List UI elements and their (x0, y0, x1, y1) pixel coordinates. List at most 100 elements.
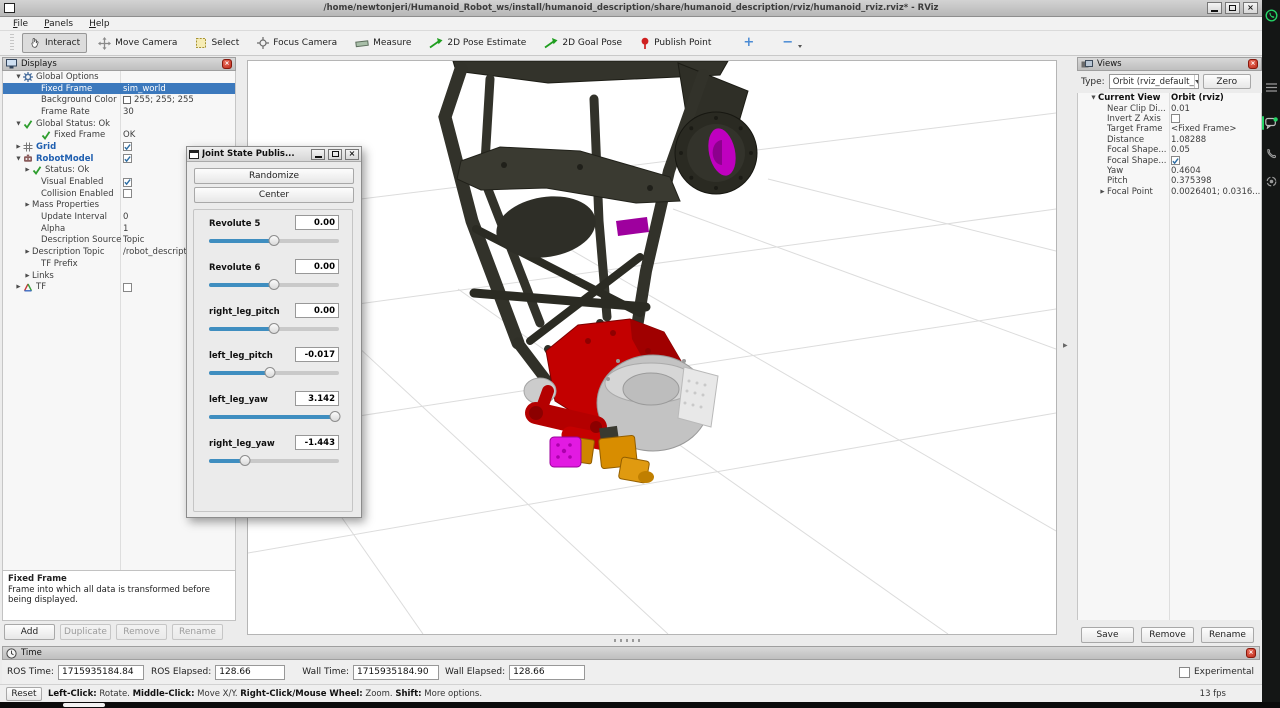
property-value[interactable]: 0 (123, 212, 128, 222)
property-value[interactable]: sim_world (123, 84, 166, 94)
save-view-button[interactable]: Save (1081, 627, 1134, 643)
randomize-button[interactable]: Randomize (194, 168, 354, 184)
checkbox-unchecked[interactable] (1171, 114, 1180, 123)
property-value[interactable] (123, 189, 132, 198)
tool-interact[interactable]: Interact (22, 33, 87, 53)
jsp-titlebar[interactable]: Joint State Publis... × (187, 147, 361, 162)
property-value[interactable]: 255; 255; 255 (123, 95, 194, 105)
slider-handle[interactable] (269, 323, 280, 334)
joint-value-input[interactable] (295, 435, 339, 450)
checkbox-checked[interactable] (123, 178, 132, 187)
checkbox-unchecked[interactable] (123, 189, 132, 198)
property-value[interactable]: Topic (123, 235, 144, 245)
property-value[interactable]: Orbit (rviz) (1171, 93, 1224, 103)
expander-icon[interactable]: ▼ (14, 74, 23, 80)
tool-select[interactable]: Select (188, 33, 246, 53)
tool-move-camera[interactable]: Move Camera (91, 33, 184, 54)
slider-handle[interactable] (330, 411, 341, 422)
property-value[interactable]: 1.08288 (1171, 135, 1206, 145)
expander-icon[interactable]: ▶ (23, 167, 32, 173)
joint-value-input[interactable] (295, 303, 339, 318)
render-viewport[interactable] (247, 60, 1057, 635)
joint-value-input[interactable] (295, 215, 339, 230)
joint-value-input[interactable] (295, 259, 339, 274)
property-value[interactable]: 0.01 (1171, 104, 1190, 114)
menu-item-panels[interactable]: Panels (37, 19, 80, 29)
checkbox-checked[interactable] (123, 142, 132, 151)
menu-item-file[interactable]: File (6, 19, 35, 29)
views-close-button[interactable]: × (1248, 59, 1258, 69)
view-type-dropdown[interactable]: Orbit (rviz_default_ (1109, 74, 1199, 89)
expander-icon[interactable]: ▶ (14, 144, 23, 150)
jsp-minimize-button[interactable] (311, 149, 325, 160)
duplicate-display-button[interactable]: Duplicate (60, 624, 111, 640)
property-value[interactable]: 0.375398 (1171, 176, 1212, 186)
wall-elapsed-input[interactable] (509, 665, 585, 680)
expander-icon[interactable]: ▼ (14, 121, 23, 127)
add-tool-button[interactable]: + (736, 34, 761, 52)
displays-close-button[interactable]: × (222, 59, 232, 69)
slider-handle[interactable] (265, 367, 276, 378)
wall-time-input[interactable] (353, 665, 439, 680)
displays-row-global-status-ok[interactable]: ▼Global Status: Ok (3, 118, 235, 130)
tool-focus-camera[interactable]: Focus Camera (250, 33, 344, 53)
ros-elapsed-input[interactable] (215, 665, 285, 680)
property-value[interactable] (123, 178, 132, 187)
slider-handle[interactable] (269, 235, 280, 246)
calls-icon[interactable] (1264, 146, 1278, 160)
slider-handle[interactable] (240, 455, 251, 466)
views-row-focal-shape-[interactable]: Focal Shape...0.05 (1078, 145, 1261, 155)
panel-collapse-arrow[interactable]: ▶ (1063, 342, 1068, 349)
property-value[interactable] (1171, 114, 1180, 123)
joint-value-input[interactable] (295, 391, 339, 406)
property-value[interactable]: <Fixed Frame> (1171, 124, 1236, 134)
remove-display-button[interactable]: Remove (116, 624, 167, 640)
views-row-yaw[interactable]: Yaw0.4604 (1078, 166, 1261, 176)
color-swatch[interactable] (123, 96, 131, 104)
time-panel-header[interactable]: Time × (2, 646, 1260, 660)
views-row-near-clip-di-[interactable]: Near Clip Di...0.01 (1078, 103, 1261, 113)
add-display-button[interactable]: Add (4, 624, 55, 640)
displays-row-fixed-frame[interactable]: Fixed Framesim_world (3, 83, 235, 95)
displays-row-fixed-frame[interactable]: Fixed FrameOK (3, 129, 235, 141)
property-value[interactable] (1171, 156, 1180, 165)
slider-track[interactable] (209, 371, 339, 375)
close-button[interactable]: × (1243, 2, 1258, 14)
expander-icon[interactable]: ▶ (1098, 189, 1107, 195)
time-close-button[interactable]: × (1246, 648, 1256, 658)
maximize-button[interactable] (1225, 2, 1240, 14)
jsp-maximize-button[interactable] (328, 149, 342, 160)
minimize-button[interactable] (1207, 2, 1222, 14)
slider-handle[interactable] (269, 279, 280, 290)
property-value[interactable] (123, 142, 132, 151)
remove-view-button[interactable]: Remove (1141, 627, 1194, 643)
experimental-checkbox[interactable] (1179, 667, 1190, 678)
displays-row-global-options[interactable]: ▼Global Options (3, 71, 235, 83)
displays-panel-header[interactable]: Displays × (2, 57, 236, 71)
displays-row-frame-rate[interactable]: Frame Rate30 (3, 106, 235, 118)
chats-icon[interactable] (1264, 116, 1278, 130)
displays-row-background-color[interactable]: Background Color255; 255; 255 (3, 94, 235, 106)
views-row-distance[interactable]: Distance1.08288 (1078, 135, 1261, 145)
property-value[interactable] (123, 283, 132, 292)
menu-item-help[interactable]: Help (82, 19, 117, 29)
property-value[interactable] (123, 154, 132, 163)
zero-button[interactable]: Zero (1203, 74, 1251, 89)
slider-track[interactable] (209, 327, 339, 331)
tool-2d-pose-estimate[interactable]: 2D Pose Estimate (422, 33, 533, 53)
slider-track[interactable] (209, 459, 339, 463)
views-row-pitch[interactable]: Pitch0.375398 (1078, 176, 1261, 186)
expander-icon[interactable]: ▶ (23, 202, 32, 208)
expander-icon[interactable]: ▼ (1089, 95, 1098, 101)
tool-publish-point[interactable]: Publish Point (633, 33, 718, 54)
checkbox-checked[interactable] (1171, 156, 1180, 165)
rename-view-button[interactable]: Rename (1201, 627, 1254, 643)
expander-icon[interactable]: ▶ (23, 249, 32, 255)
toolbar-grip[interactable] (10, 34, 14, 52)
views-row-invert-z-axis[interactable]: Invert Z Axis (1078, 114, 1261, 124)
joint-value-input[interactable] (295, 347, 339, 362)
checkbox-checked[interactable] (123, 154, 132, 163)
property-value[interactable]: 0.4604 (1171, 166, 1201, 176)
expander-icon[interactable]: ▼ (14, 156, 23, 162)
checkbox-unchecked[interactable] (123, 283, 132, 292)
